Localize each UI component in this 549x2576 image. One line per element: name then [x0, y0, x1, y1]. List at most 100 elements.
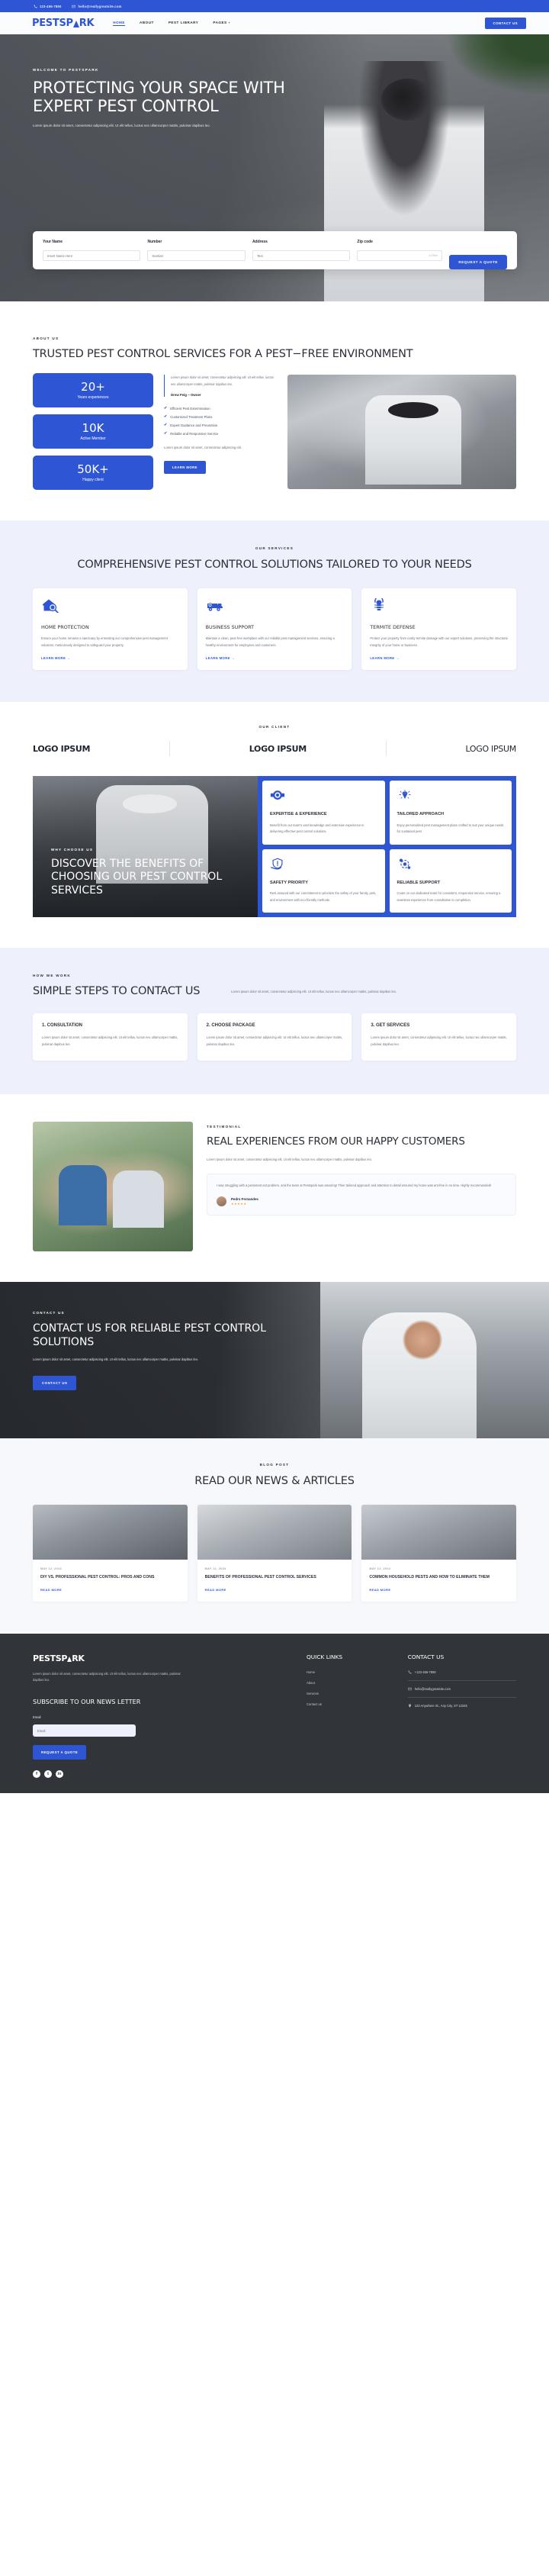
- mail-icon: [72, 5, 76, 8]
- arrow-right-icon: →: [396, 656, 400, 661]
- footer-contact-phone[interactable]: +123-456-7890: [407, 1670, 517, 1681]
- field-your-name: Your Name: [43, 239, 141, 262]
- step-title: 3. GET SERVICES: [371, 1023, 410, 1029]
- check-icon: ✔: [164, 423, 168, 428]
- input-address[interactable]: [252, 250, 351, 262]
- badge-check-icon: [270, 791, 285, 800]
- blog-read-more-link[interactable]: READ MORE: [369, 1588, 509, 1592]
- diamond-icon: [398, 790, 411, 800]
- input-your-name[interactable]: [43, 250, 141, 262]
- facebook-icon[interactable]: f: [33, 1770, 40, 1779]
- service-body: Protect your property from costly termit…: [370, 636, 508, 647]
- phone-icon: [408, 1670, 412, 1673]
- cta-banner-section: CONTACT US CONTACT US FOR RELIABLE PEST …: [0, 1281, 549, 1438]
- hero-section: WELCOME TO PESTSPARK PROTECTING YOUR SPA…: [0, 34, 549, 301]
- logo-triangle-icon: [67, 1656, 72, 1662]
- why-card-tailored-approach: TAILORED APPROACH Enjoy personalized pes…: [389, 781, 512, 845]
- footer-contact-column: CONTACT US +123-456-7890 hello@reallygre…: [407, 1653, 517, 1779]
- steps-section: HOW WE WORK SIMPLE STEPS TO CONTACT US L…: [0, 948, 549, 1094]
- why-title: DISCOVER THE BENEFITS OF CHOOSING OUR PE…: [51, 857, 223, 897]
- brand-logo[interactable]: PESTSP RK: [32, 18, 95, 29]
- request-quote-button[interactable]: REQUEST A QUOTE: [449, 255, 507, 269]
- clients-kicker: OUR CLIENT: [258, 725, 291, 729]
- hero-eyebrow: WELCOME TO PESTSPARK: [33, 68, 99, 72]
- input-number[interactable]: [147, 250, 246, 262]
- nav-item-pages[interactable]: PAGES ▾: [213, 21, 230, 26]
- topbar-email[interactable]: hello@reallygreatsite.com: [72, 5, 121, 8]
- brand-logo-tail: RK: [79, 18, 95, 29]
- field-zip-code: Zip code \u25be: [357, 240, 443, 262]
- service-learn-more-link[interactable]: LEARN MORE →: [370, 656, 508, 660]
- blog-post-card[interactable]: MAY 12, 2024 DIY VS. PROFESSIONAL PEST C…: [33, 1504, 188, 1602]
- footer-email-text: hello@reallygreatsite.com: [414, 1686, 451, 1691]
- site-footer: PESTSP RK Lorem ipsum dolor sit amet, con…: [0, 1633, 549, 1794]
- pest-van-icon: [207, 603, 223, 611]
- nav-item-pest-library[interactable]: PEST LIBRARY: [169, 21, 199, 26]
- stat-label: Years experiences: [77, 394, 109, 400]
- testimonial-quote: I was struggling with a persistent ant p…: [217, 1183, 492, 1188]
- service-learn-more-link[interactable]: LEARN MORE →: [206, 656, 344, 660]
- hero-title: PROTECTING YOUR SPACE WITH EXPERT PEST C…: [33, 79, 285, 116]
- client-logo: LOGO IPSUM: [465, 743, 516, 754]
- footer-logo[interactable]: PESTSP RK: [33, 1653, 188, 1663]
- why-card-expertise-experience: EXPERTISE & EXPERIENCE Benefit from our …: [262, 781, 385, 845]
- service-title: HOME PROTECTION: [41, 624, 89, 631]
- hero-body: Lorem ipsum dolor sit amet, consectetur …: [33, 124, 210, 128]
- blog-post-thumbnail: [361, 1504, 517, 1560]
- testimonial-photo: [33, 1121, 193, 1251]
- testimonial-content: TESTIMONIAL REAL EXPERIENCES FROM OUR HA…: [207, 1122, 516, 1216]
- twitter-icon[interactable]: t: [44, 1770, 52, 1779]
- why-card-reliable-support: RELIABLE SUPPORT Count on our dedicated …: [389, 848, 512, 913]
- blog-read-more-link[interactable]: READ MORE: [40, 1588, 180, 1592]
- blog-read-more-link[interactable]: READ MORE: [205, 1588, 345, 1592]
- footer-quick-links-column: QUICK LINKS Home About Services Contact …: [307, 1653, 408, 1779]
- blog-title: READ OUR NEWS & ARTICLES: [194, 1474, 355, 1487]
- divider: [385, 741, 387, 757]
- footer-link-services[interactable]: Services: [307, 1692, 408, 1695]
- phone-icon: [34, 5, 37, 8]
- topbar-phone[interactable]: 123-456-7890: [34, 5, 61, 8]
- footer-brand-column: PESTSP RK Lorem ipsum dolor sit amet, con…: [33, 1653, 188, 1779]
- linkedin-icon[interactable]: in: [56, 1770, 63, 1779]
- nav-contact-button[interactable]: CONTACT US: [484, 18, 526, 29]
- zip-dropdown-icon[interactable]: \u25be: [429, 253, 438, 257]
- cta-contact-button[interactable]: CONTACT US: [33, 1375, 77, 1390]
- main-nav: PESTSP RK HOME ABOUT PEST LIBRARY PAGES ▾ …: [0, 12, 549, 34]
- service-card-termite-defense[interactable]: TERMITE DEFENSE Protect your property fr…: [361, 588, 517, 671]
- blog-post-thumbnail: [33, 1504, 188, 1560]
- testimonial-person-right: [113, 1170, 165, 1228]
- testimonial-card: I was struggling with a persistent ant p…: [207, 1174, 516, 1216]
- cta-content: CONTACT US CONTACT US FOR RELIABLE PEST …: [0, 1282, 290, 1390]
- nav-item-pages-label: PAGES: [213, 21, 227, 24]
- step-title: 2. CHOOSE PACKAGE: [206, 1023, 255, 1029]
- footer-email-label: Email: [33, 1715, 41, 1719]
- footer-link-about[interactable]: About: [307, 1681, 408, 1685]
- blog-section: BLOG POST READ OUR NEWS & ARTICLES MAY 1…: [0, 1438, 549, 1634]
- testimonial-kicker: TESTIMONIAL: [207, 1124, 242, 1129]
- nav-item-about[interactable]: ABOUT: [140, 21, 154, 26]
- step-card-choose-package: 2. CHOOSE PACKAGE Lorem ipsum dolor sit …: [197, 1013, 352, 1061]
- blog-post-card[interactable]: MAY 12, 2024 BENEFITS OF PROFESSIONAL PE…: [197, 1504, 352, 1602]
- footer-link-contact-us[interactable]: Contact us: [307, 1702, 408, 1706]
- clients-section: OUR CLIENT LOGO IPSUM LOGO IPSUM LOGO IP…: [0, 702, 549, 776]
- footer-contact-address[interactable]: 123 Anywhere St., Any City, ST 12345: [408, 1704, 516, 1714]
- service-learn-more-link[interactable]: LEARN MORE →: [41, 656, 179, 660]
- blog-post-title: DIY VS. PROFESSIONAL PEST CONTROL: PROS …: [40, 1574, 155, 1579]
- label-your-name: Your Name: [43, 239, 63, 244]
- footer-email-input[interactable]: [33, 1724, 136, 1737]
- testimonial-title: REAL EXPERIENCES FROM OUR HAPPY CUSTOMER…: [207, 1135, 465, 1148]
- why-photo-panel: WHY CHOOSE US DISCOVER THE BENEFITS OF C…: [33, 776, 258, 917]
- safety-hand-icon: [271, 858, 283, 870]
- about-learn-more-button[interactable]: LEARN MORE: [164, 460, 206, 474]
- why-cards-grid: EXPERTISE & EXPERIENCE Benefit from our …: [258, 776, 516, 918]
- service-card-home-protection[interactable]: HOME PROTECTION Ensure your home remains…: [33, 588, 188, 671]
- nav-item-home[interactable]: HOME: [113, 21, 125, 26]
- service-card-business-support[interactable]: BUSINESS SUPPORT Maintain a clean, pest-…: [197, 588, 352, 671]
- footer-subscribe-button[interactable]: REQUEST A QUOTE: [33, 1745, 87, 1760]
- footer-link-home[interactable]: Home: [307, 1670, 408, 1674]
- label-address: Address: [252, 239, 268, 244]
- blog-post-card[interactable]: MAY 12, 2024 COMMON HOUSEHOLD PESTS AND …: [361, 1504, 517, 1602]
- list-item: ✔ Reliable and Responsive Service: [164, 431, 277, 436]
- footer-contact-email[interactable]: hello@reallygreatsite.com: [407, 1686, 517, 1698]
- service-body: Ensure your home remains a sanctuary by …: [41, 636, 168, 647]
